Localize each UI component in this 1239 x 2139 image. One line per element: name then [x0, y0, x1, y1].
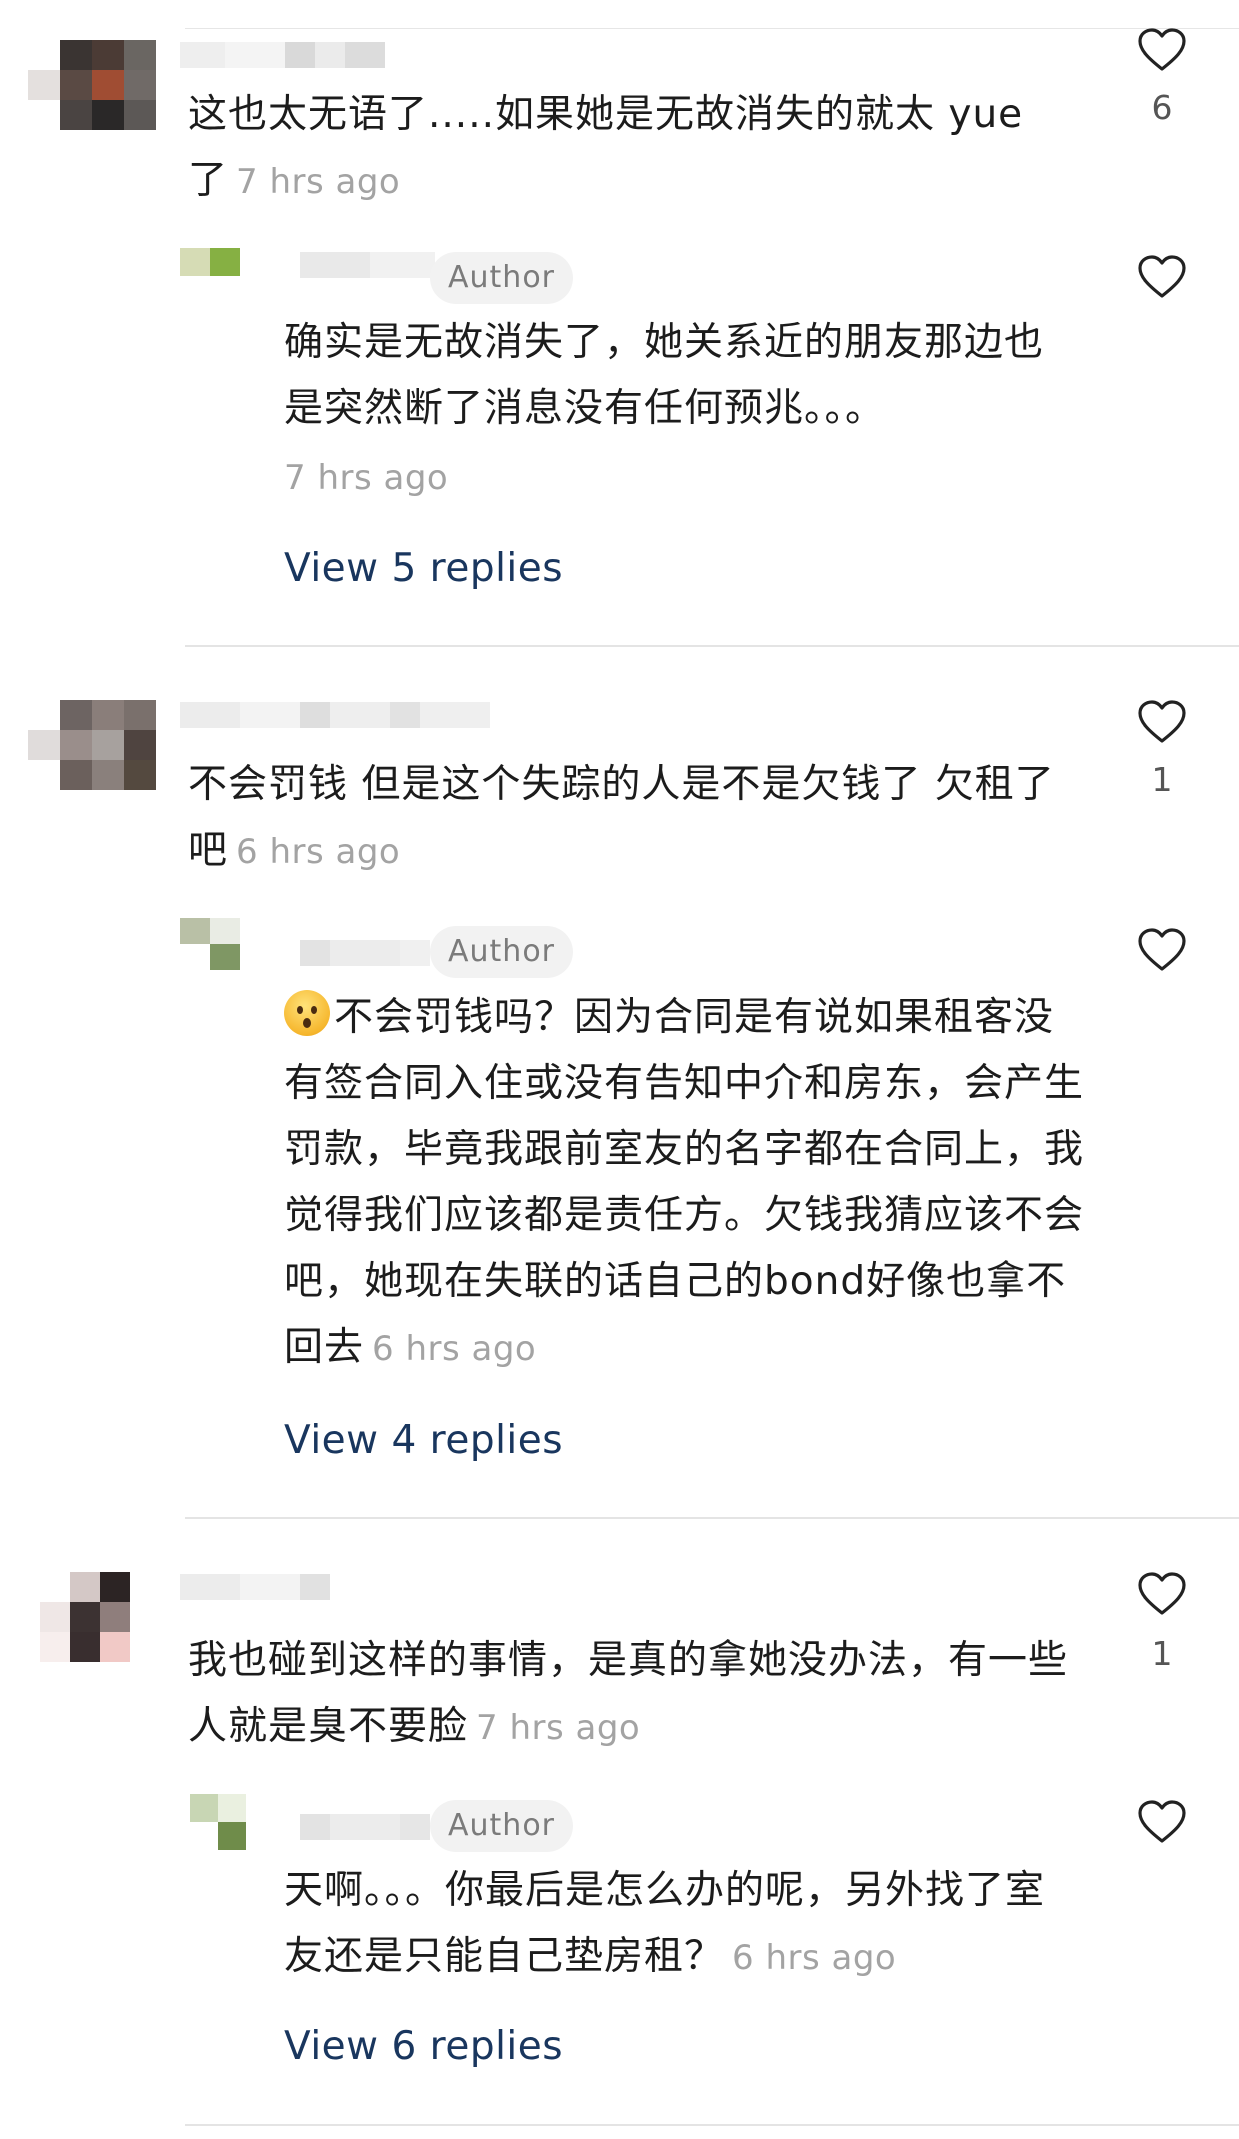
avatar[interactable] — [28, 40, 156, 130]
reply-timestamp: 6 hrs ago — [732, 1938, 897, 1978]
avatar[interactable] — [28, 700, 156, 790]
top-divider — [185, 28, 1239, 29]
like-count: 1 — [1151, 1634, 1173, 1673]
like-count: 6 — [1151, 88, 1173, 127]
heart-outline-icon[interactable] — [1138, 928, 1186, 972]
comment-text: 这也太无语了.....如果她是无故消失的就太 yue 了7 hrs ago — [188, 92, 1024, 203]
heart-outline-icon[interactable] — [1138, 255, 1186, 299]
reply-text: 不会罚钱吗？因为合同是有说如果租客没有签合同入住或没有告知中介和房东，会产生罚款… — [284, 985, 1084, 1382]
view-replies-link[interactable]: View 5 replies — [284, 546, 563, 591]
heart-outline-icon[interactable] — [1138, 1572, 1186, 1616]
view-replies-link[interactable]: View 4 replies — [284, 1418, 563, 1463]
comment-timestamp: 7 hrs ago — [476, 1708, 641, 1748]
reply-text: 确实是无故消失了，她关系近的朋友那边也是突然断了消息没有任何预兆。。。 — [284, 320, 1045, 431]
heart-outline-icon[interactable] — [1138, 700, 1186, 744]
avatar[interactable] — [180, 248, 240, 276]
reply-timestamp: 6 hrs ago — [372, 1329, 537, 1369]
heart-outline-icon[interactable] — [1138, 1800, 1186, 1844]
author-badge: Author — [430, 1800, 574, 1852]
author-badge: Author — [430, 252, 574, 304]
comment-timestamp: 6 hrs ago — [236, 832, 401, 872]
username[interactable] — [300, 940, 430, 966]
like-count: 1 — [1151, 760, 1173, 799]
thread-divider — [185, 1517, 1239, 1519]
username[interactable] — [180, 1574, 330, 1600]
username[interactable] — [180, 42, 385, 68]
thread-divider — [185, 645, 1239, 647]
thread-divider — [185, 2124, 1239, 2126]
username[interactable] — [300, 252, 435, 278]
reply-timestamp: 7 hrs ago — [284, 458, 449, 498]
comment-timestamp: 7 hrs ago — [236, 162, 401, 202]
hushed-face-icon — [284, 990, 330, 1036]
comment-text: 我也碰到这样的事情，是真的拿她没办法，有一些人就是臭不要脸 7 hrs ago — [188, 1638, 1069, 1749]
author-badge: Author — [430, 926, 574, 978]
heart-outline-icon[interactable] — [1138, 28, 1186, 72]
username[interactable] — [300, 1814, 430, 1840]
username[interactable] — [180, 702, 490, 728]
comment-text: 不会罚钱 但是这个失踪的人是不是欠钱了 欠租了吧 6 hrs ago — [188, 762, 1055, 873]
avatar[interactable] — [40, 1572, 130, 1662]
avatar[interactable] — [180, 918, 240, 970]
view-replies-link[interactable]: View 6 replies — [284, 2024, 563, 2069]
avatar[interactable] — [190, 1794, 246, 1850]
reply-text: 天啊。。。你最后是怎么办的呢，另外找了室友还是只能自己垫房租？ 6 hrs ago — [284, 1868, 1046, 1979]
